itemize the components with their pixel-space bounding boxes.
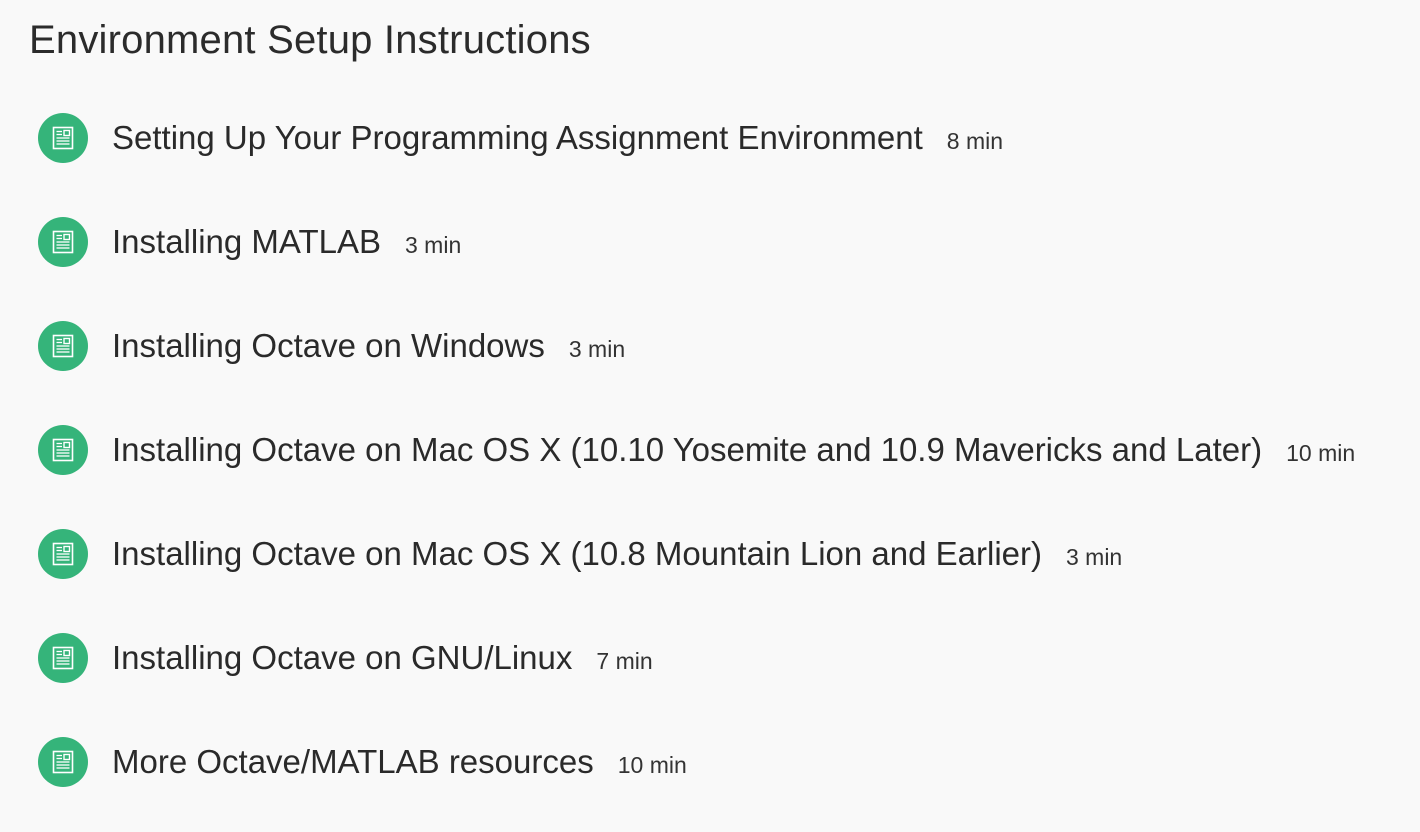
lesson-title[interactable]: Installing Octave on Mac OS X (10.10 Yos… [112,430,1262,470]
lesson-duration: 7 min [596,647,653,674]
lesson-duration: 10 min [617,751,687,778]
lesson-item-more-resources[interactable]: More Octave/MATLAB resources 10 min [38,710,1355,814]
lesson-title[interactable]: Installing Octave on Mac OS X (10.8 Moun… [112,534,1042,574]
reading-document-icon [38,633,88,683]
lesson-list: Setting Up Your Programming Assignment E… [38,86,1355,814]
lesson-duration: 8 min [946,127,1004,154]
lesson-duration: 3 min [1065,543,1123,570]
lesson-title[interactable]: Installing Octave on GNU/Linux [112,638,572,678]
reading-document-icon [38,737,88,787]
lesson-item-octave-windows[interactable]: Installing Octave on Windows 3 min [38,294,1355,398]
reading-document-icon [38,425,88,475]
lesson-item-installing-matlab[interactable]: Installing MATLAB 3 min [38,190,1355,294]
lesson-title[interactable]: Installing Octave on Windows [112,326,545,366]
reading-document-icon [38,529,88,579]
lesson-duration: 3 min [568,335,626,362]
reading-document-icon [38,217,88,267]
reading-document-icon [38,113,88,163]
page: Environment Setup Instructions Setting U… [0,0,1420,832]
lesson-title[interactable]: Installing MATLAB [112,222,381,262]
lesson-item-octave-mac-yosemite[interactable]: Installing Octave on Mac OS X (10.10 Yos… [38,398,1355,502]
lesson-item-setup-environment[interactable]: Setting Up Your Programming Assignment E… [38,86,1355,190]
lesson-item-octave-linux[interactable]: Installing Octave on GNU/Linux 7 min [38,606,1355,710]
lesson-item-octave-mac-mountain-lion[interactable]: Installing Octave on Mac OS X (10.8 Moun… [38,502,1355,606]
lesson-title[interactable]: More Octave/MATLAB resources [112,742,594,782]
reading-document-icon [38,321,88,371]
lesson-duration: 10 min [1286,439,1356,466]
section-title: Environment Setup Instructions [29,18,591,62]
lesson-title[interactable]: Setting Up Your Programming Assignment E… [112,118,923,158]
lesson-duration: 3 min [405,231,462,258]
